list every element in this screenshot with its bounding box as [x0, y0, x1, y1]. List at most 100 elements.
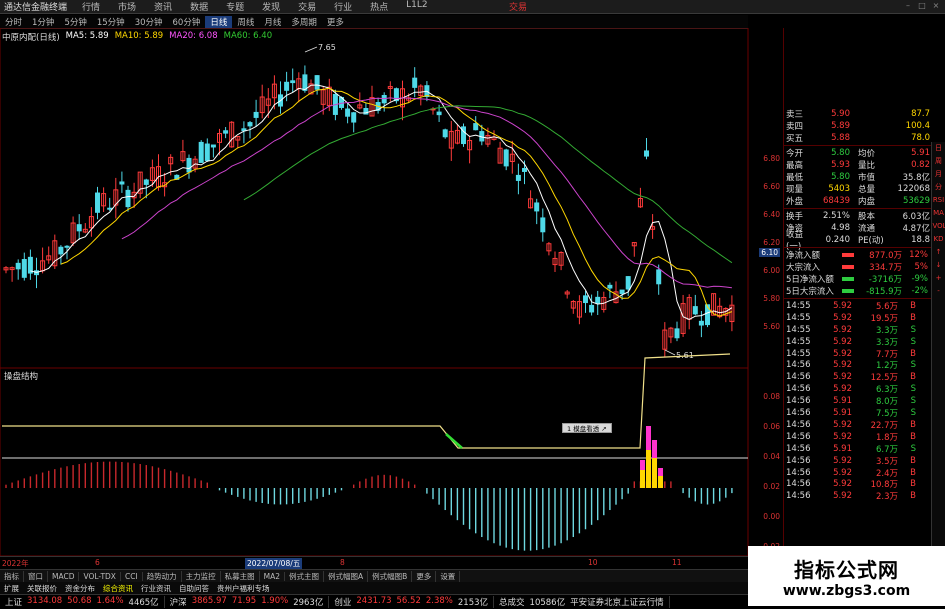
- indicator-tag[interactable]: 1 模盘看透 ↗: [562, 423, 612, 433]
- menu-item-6[interactable]: 交易: [289, 0, 325, 13]
- info-tab-6[interactable]: 贵州户福利专场: [213, 583, 274, 594]
- indicator-tab-11[interactable]: 例式幅图B: [368, 570, 413, 582]
- info-tab-4[interactable]: 行业资讯: [137, 583, 175, 594]
- stat-label: 现量: [786, 185, 804, 195]
- side-tool-5[interactable]: MA: [933, 209, 945, 218]
- indicator-tab-12[interactable]: 更多: [412, 570, 437, 582]
- indicator-tab-6[interactable]: 主力监控: [182, 570, 221, 582]
- menu-item-9[interactable]: L1L2: [397, 0, 436, 13]
- info-tab-0[interactable]: 扩展: [0, 583, 23, 594]
- minimize-icon[interactable]: –: [903, 1, 913, 11]
- period-tab-3[interactable]: 15分钟: [92, 16, 130, 28]
- index-name: 总成交: [499, 598, 525, 608]
- candle-body: [95, 192, 100, 213]
- kline-chart[interactable]: 7.655.61: [0, 28, 750, 556]
- period-tab-2[interactable]: 5分钟: [59, 16, 91, 28]
- index-group[interactable]: 沪深 3865.97 71.95 1.90% 2963亿: [165, 596, 330, 608]
- info-tab-1[interactable]: 关联报价: [23, 583, 61, 594]
- tick-row: 14:55 5.92 5.6万 B: [784, 300, 932, 312]
- indicator-tab-8[interactable]: MA2: [260, 571, 286, 581]
- stat-value: 4.87亿: [902, 224, 930, 234]
- period-tab-10[interactable]: 更多: [322, 16, 349, 28]
- indicator-spike-bar: [658, 468, 663, 476]
- flow-bar: [842, 289, 854, 293]
- candle-body: [595, 296, 601, 304]
- indicator-tab-3[interactable]: VOL-TDX: [79, 571, 121, 581]
- candle-body: [515, 174, 521, 181]
- tick-volume: 7.5万: [875, 409, 898, 420]
- period-tab-6[interactable]: 日线: [205, 15, 233, 28]
- side-tool-7[interactable]: KD: [933, 235, 945, 244]
- maximize-icon[interactable]: □: [917, 1, 927, 11]
- watermark-url: www.zbgs3.com: [782, 582, 911, 599]
- side-tool-4[interactable]: RSI: [933, 196, 945, 205]
- period-tab-5[interactable]: 60分钟: [168, 16, 206, 28]
- tick-row: 14:56 5.91 6.7万 S: [784, 443, 932, 455]
- index-group[interactable]: 上证 3134.08 50.68 1.64% 4465亿: [0, 596, 165, 608]
- indicator-tab-4[interactable]: CCI: [121, 571, 143, 581]
- info-tab-3[interactable]: 综合资讯: [99, 583, 137, 594]
- side-tool-6[interactable]: VOL: [933, 222, 945, 231]
- indicator-tab-7[interactable]: 私募主图: [221, 570, 260, 582]
- indicator-tab-1[interactable]: 窗口: [24, 570, 48, 582]
- index-value: 56.52: [396, 596, 421, 606]
- indicator-tab-10[interactable]: 例式幅图A: [324, 570, 369, 582]
- period-tab-4[interactable]: 30分钟: [130, 16, 168, 28]
- side-tool-3[interactable]: 分: [933, 183, 945, 192]
- indicator-tab-2[interactable]: MACD: [48, 571, 80, 581]
- stat-label: 均价: [858, 149, 876, 159]
- trade-link[interactable]: 交易: [509, 0, 527, 13]
- menu-item-7[interactable]: 行业: [325, 0, 361, 13]
- stat-label: 换手: [786, 212, 804, 222]
- side-tool-11[interactable]: -: [933, 287, 945, 296]
- candle-body: [698, 320, 704, 326]
- menu-item-5[interactable]: 发现: [253, 0, 289, 13]
- period-tab-1[interactable]: 1分钟: [27, 16, 59, 28]
- period-tab-0[interactable]: 分时: [0, 16, 27, 28]
- side-tool-1[interactable]: 周: [933, 157, 945, 166]
- index-group[interactable]: 创业 2431.73 56.52 2.38% 2153亿: [329, 596, 495, 608]
- watermark-title: 指标公式网: [794, 557, 899, 582]
- side-tool-0[interactable]: 日: [933, 144, 945, 153]
- flow-label: 5日净流入额: [786, 275, 834, 285]
- info-tab-2[interactable]: 资金分布: [61, 583, 99, 594]
- date-tick-label: 2022年: [2, 559, 29, 568]
- close-icon[interactable]: ×: [931, 1, 941, 11]
- divider: [784, 208, 932, 209]
- indicator-tab-0[interactable]: 指标: [0, 570, 24, 582]
- ask-price: 5.90: [831, 109, 850, 119]
- side-tool-9[interactable]: ↓: [933, 261, 945, 270]
- index-group[interactable]: 总成交 10586亿 平安证券北京上证云行情: [494, 596, 670, 608]
- menu-item-0[interactable]: 行情: [73, 0, 109, 13]
- menu-item-8[interactable]: 热点: [361, 0, 397, 13]
- candle-body: [15, 262, 21, 270]
- menu-item-1[interactable]: 市场: [109, 0, 145, 13]
- info-tab-5[interactable]: 自助问答: [175, 583, 213, 594]
- tick-time: 14:56: [786, 372, 811, 383]
- candle-body: [436, 111, 442, 116]
- period-tab-8[interactable]: 月线: [259, 16, 286, 28]
- period-tab-7[interactable]: 周线: [232, 16, 259, 28]
- date-tick-label: 2022/07/08/五: [245, 558, 303, 569]
- indicator-tab-9[interactable]: 例式主图: [285, 570, 325, 582]
- app-title: 通达信金融终端: [4, 3, 68, 13]
- side-tool-2[interactable]: 月: [933, 170, 945, 179]
- candle-body: [522, 167, 527, 172]
- price-tick-label: 6.40: [763, 210, 780, 219]
- indicator-tab-13[interactable]: 设置: [436, 570, 461, 582]
- side-tool-8[interactable]: ↑: [933, 248, 945, 257]
- menu-item-3[interactable]: 数据: [181, 0, 217, 13]
- menu-item-2[interactable]: 资讯: [145, 0, 181, 13]
- menu-item-4[interactable]: 专题: [217, 0, 253, 13]
- ask-label: 卖四: [786, 122, 804, 132]
- ask-row: 卖四 5.89 100.4: [784, 120, 932, 132]
- flow-value: -815.9万: [866, 287, 902, 297]
- tick-volume: 10.8万: [870, 480, 898, 491]
- candle-body: [625, 276, 631, 290]
- ask-row: 买五 5.88 78.0: [784, 132, 932, 144]
- side-tool-10[interactable]: +: [933, 274, 945, 283]
- period-tab-9[interactable]: 多周期: [286, 16, 322, 28]
- flow-bar: [842, 277, 854, 281]
- indicator-tab-5[interactable]: 趋势动力: [143, 570, 182, 582]
- index-value: 2153亿: [457, 598, 489, 608]
